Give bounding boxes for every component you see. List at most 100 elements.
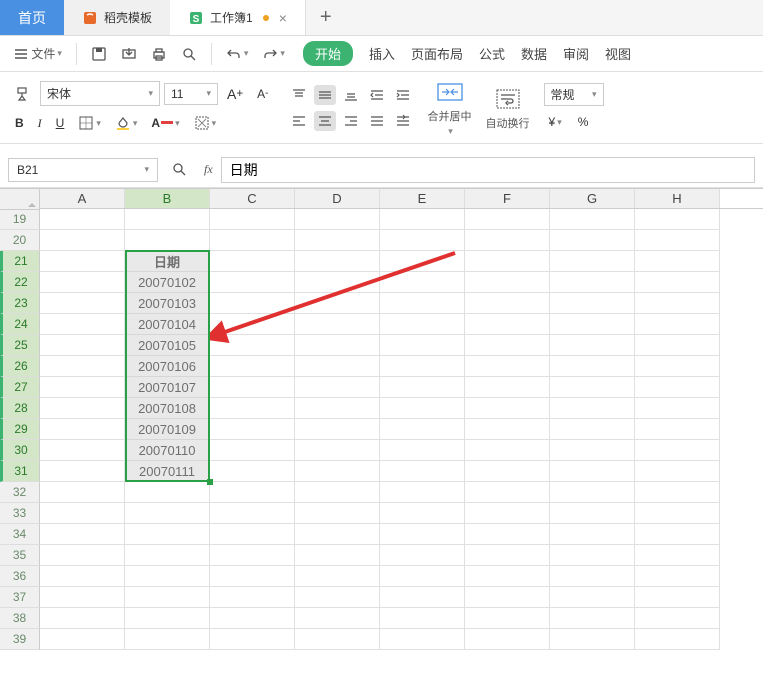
cell[interactable] bbox=[550, 503, 635, 524]
cell[interactable] bbox=[295, 461, 380, 482]
cell[interactable] bbox=[40, 398, 125, 419]
cell[interactable] bbox=[550, 608, 635, 629]
cell[interactable] bbox=[40, 524, 125, 545]
clear-format-button[interactable]: ▾ bbox=[189, 112, 222, 134]
cell[interactable] bbox=[635, 377, 720, 398]
cell[interactable] bbox=[465, 440, 550, 461]
cell[interactable] bbox=[635, 566, 720, 587]
cell[interactable] bbox=[125, 503, 210, 524]
align-middle-button[interactable] bbox=[314, 85, 336, 105]
row-header[interactable]: 37 bbox=[0, 587, 40, 608]
cell[interactable] bbox=[40, 293, 125, 314]
cell[interactable] bbox=[635, 629, 720, 650]
font-decrease-button[interactable]: A- bbox=[252, 84, 273, 104]
cell[interactable] bbox=[550, 524, 635, 545]
column-header-H[interactable]: H bbox=[635, 189, 720, 208]
cell[interactable] bbox=[465, 251, 550, 272]
row-header[interactable]: 19 bbox=[0, 209, 40, 230]
cell[interactable] bbox=[40, 629, 125, 650]
row-header[interactable]: 28 bbox=[0, 398, 40, 419]
row-header[interactable]: 30 bbox=[0, 440, 40, 461]
cell[interactable] bbox=[380, 356, 465, 377]
cell[interactable] bbox=[40, 314, 125, 335]
cell[interactable] bbox=[635, 272, 720, 293]
cell[interactable] bbox=[295, 419, 380, 440]
tab-home[interactable]: 首页 bbox=[0, 0, 64, 35]
cell[interactable] bbox=[210, 251, 295, 272]
font-name-select[interactable]: 宋体▾ bbox=[40, 81, 160, 106]
cell[interactable] bbox=[465, 335, 550, 356]
cell[interactable] bbox=[40, 587, 125, 608]
cell[interactable] bbox=[550, 461, 635, 482]
cell[interactable] bbox=[125, 209, 210, 230]
cell[interactable] bbox=[465, 230, 550, 251]
bold-button[interactable]: B bbox=[10, 113, 29, 133]
cell[interactable] bbox=[380, 629, 465, 650]
cell[interactable] bbox=[40, 272, 125, 293]
cell[interactable] bbox=[295, 608, 380, 629]
cell[interactable] bbox=[550, 566, 635, 587]
cell[interactable] bbox=[125, 566, 210, 587]
cell[interactable] bbox=[635, 587, 720, 608]
cell[interactable] bbox=[380, 440, 465, 461]
cell[interactable] bbox=[550, 545, 635, 566]
name-box[interactable]: B21 ▾ bbox=[8, 158, 158, 182]
row-header[interactable]: 32 bbox=[0, 482, 40, 503]
cell[interactable] bbox=[550, 440, 635, 461]
save-button[interactable] bbox=[85, 42, 113, 66]
cell[interactable]: 20070108 bbox=[125, 398, 210, 419]
cell[interactable] bbox=[295, 293, 380, 314]
cell[interactable] bbox=[635, 524, 720, 545]
cell[interactable] bbox=[380, 482, 465, 503]
cell[interactable]: 20070106 bbox=[125, 356, 210, 377]
cell[interactable] bbox=[465, 419, 550, 440]
cell[interactable] bbox=[295, 335, 380, 356]
select-all-corner[interactable] bbox=[0, 188, 40, 210]
cell[interactable] bbox=[125, 545, 210, 566]
row-header[interactable]: 29 bbox=[0, 419, 40, 440]
row-header[interactable]: 23 bbox=[0, 293, 40, 314]
number-format-select[interactable]: 常规 ▾ bbox=[544, 83, 604, 106]
tab-workbook[interactable]: S 工作簿1 × bbox=[170, 0, 306, 35]
cell[interactable] bbox=[550, 251, 635, 272]
column-header-G[interactable]: G bbox=[550, 189, 635, 208]
cell[interactable] bbox=[295, 629, 380, 650]
undo-button[interactable]: ▾ bbox=[220, 43, 255, 65]
cell[interactable] bbox=[550, 293, 635, 314]
fill-color-button[interactable]: ▾ bbox=[110, 112, 143, 134]
cell[interactable] bbox=[380, 461, 465, 482]
cell[interactable] bbox=[465, 545, 550, 566]
cell[interactable] bbox=[380, 524, 465, 545]
borders-button[interactable]: ▾ bbox=[73, 112, 106, 134]
cell[interactable] bbox=[40, 566, 125, 587]
cell[interactable] bbox=[210, 209, 295, 230]
cell[interactable] bbox=[635, 251, 720, 272]
cell[interactable] bbox=[635, 314, 720, 335]
formula-input[interactable] bbox=[221, 157, 755, 183]
row-header[interactable]: 39 bbox=[0, 629, 40, 650]
column-header-F[interactable]: F bbox=[465, 189, 550, 208]
cell[interactable] bbox=[210, 272, 295, 293]
cell[interactable] bbox=[295, 230, 380, 251]
cell[interactable] bbox=[635, 482, 720, 503]
align-left-button[interactable] bbox=[288, 111, 310, 131]
cell[interactable] bbox=[380, 503, 465, 524]
column-header-B[interactable]: B bbox=[125, 189, 210, 208]
cell[interactable] bbox=[550, 272, 635, 293]
cell[interactable] bbox=[125, 482, 210, 503]
cell[interactable] bbox=[465, 482, 550, 503]
cell[interactable] bbox=[210, 356, 295, 377]
cell[interactable] bbox=[465, 503, 550, 524]
cell[interactable] bbox=[295, 440, 380, 461]
cell[interactable] bbox=[635, 461, 720, 482]
cell[interactable] bbox=[295, 587, 380, 608]
cell[interactable] bbox=[465, 461, 550, 482]
row-header[interactable]: 24 bbox=[0, 314, 40, 335]
cell[interactable] bbox=[550, 587, 635, 608]
cell[interactable] bbox=[210, 293, 295, 314]
fx-icon[interactable]: fx bbox=[204, 162, 213, 177]
orientation-button[interactable] bbox=[392, 111, 414, 131]
cell[interactable] bbox=[635, 209, 720, 230]
cell[interactable] bbox=[550, 629, 635, 650]
cell[interactable] bbox=[550, 335, 635, 356]
